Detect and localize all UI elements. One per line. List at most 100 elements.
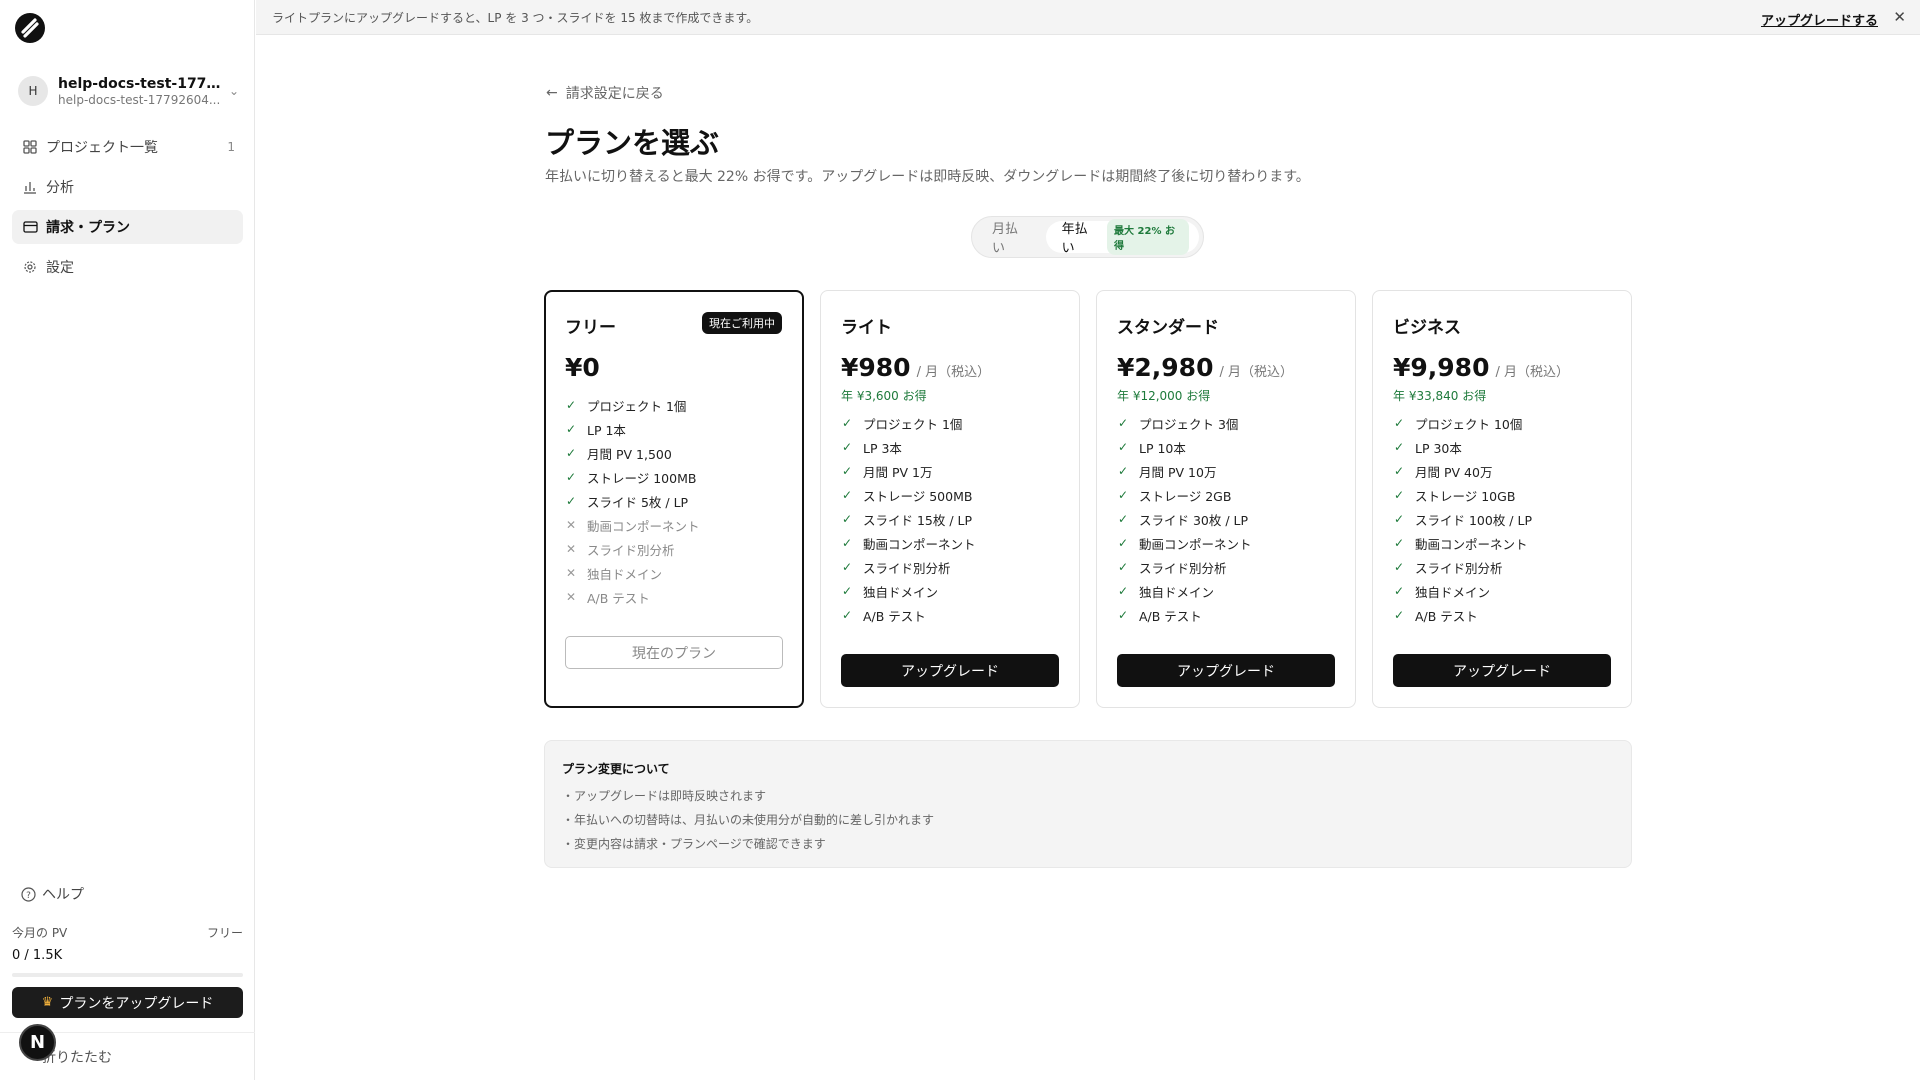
- feature-item: ✓ スライド 30枚 / LP: [1117, 507, 1252, 531]
- feature-list: ✓ プロジェクト 3個 ✓ LP 10本 ✓ 月間 PV 10万 ✓ ストレージ 2GB ✓ スラ…: [1117, 411, 1252, 627]
- billing-cycle-toggle: 月払い 年払い 最大 22% お得: [971, 216, 1204, 258]
- plan-cards: フリー 現在ご利用中 ¥0 ✓ プロジェクト 1個 ✓ LP 1本 ✓ 月間 PV 1,5…: [544, 290, 1632, 708]
- feature-text: 動画コンポーネント: [1139, 536, 1252, 552]
- feature-item: ✕ 独自ドメイン: [565, 561, 700, 585]
- check-icon: ✓: [1117, 608, 1129, 622]
- note-item: ・アップグレードは即時反映されます: [562, 788, 767, 803]
- feature-text: スライド別分析: [1415, 560, 1503, 576]
- feature-text: 独自ドメイン: [1415, 584, 1491, 600]
- upgrade-button-lite[interactable]: アップグレード: [841, 654, 1059, 687]
- feature-item: ✓ 独自ドメイン: [1393, 579, 1532, 603]
- bar-chart-icon: [22, 179, 38, 195]
- feature-text: スライド 15枚 / LP: [863, 512, 973, 528]
- sidebar-item-projects[interactable]: プロジェクト一覧 1: [12, 130, 243, 164]
- check-icon: ✓: [1117, 464, 1129, 478]
- feature-item: ✓ プロジェクト 3個: [1117, 411, 1252, 435]
- page-subtitle: 年払いに切り替えると最大 22% お得です。アップグレードは即時反映、ダウングレ…: [545, 169, 1310, 185]
- feature-item: ✕ スライド別分析: [565, 537, 700, 561]
- avatar: H: [18, 76, 48, 106]
- feature-text: 独自ドメイン: [863, 584, 939, 600]
- price-amount: ¥2,980: [1117, 353, 1214, 382]
- feature-text: 独自ドメイン: [587, 566, 663, 582]
- feature-text: スライド別分析: [1139, 560, 1227, 576]
- plan-change-notes: プラン変更について ・アップグレードは即時反映されます ・年払いへの切替時は、月…: [544, 740, 1632, 868]
- check-icon: ✓: [1393, 416, 1405, 430]
- plan-price: ¥2,980 / 月（税込）: [1117, 353, 1293, 382]
- n-avatar-badge[interactable]: N: [19, 1024, 56, 1061]
- feature-item: ✓ A/B テスト: [841, 603, 976, 627]
- feature-item: ✓ 月間 PV 40万: [1393, 459, 1532, 483]
- check-icon: ✓: [841, 440, 853, 454]
- feature-item: ✓ 独自ドメイン: [841, 579, 976, 603]
- feature-item: ✓ 動画コンポーネント: [1393, 531, 1532, 555]
- check-icon: ✓: [1393, 488, 1405, 502]
- check-icon: ✓: [841, 512, 853, 526]
- upgrade-button-business[interactable]: アップグレード: [1393, 654, 1611, 687]
- pv-progress-bar: [12, 973, 243, 977]
- credit-card-icon: [22, 219, 38, 235]
- sidebar-item-analytics[interactable]: 分析: [12, 170, 243, 204]
- check-icon: ✓: [1393, 536, 1405, 550]
- close-icon[interactable]: ✕: [1893, 8, 1906, 26]
- sidebar-nav: プロジェクト一覧 1 分析 請求・プラン 設定: [12, 130, 243, 290]
- account-name: help-docs-test-17792...: [58, 75, 223, 92]
- check-icon: ✓: [841, 464, 853, 478]
- plan-price: ¥980 / 月（税込）: [841, 353, 990, 382]
- check-icon: ✓: [1117, 416, 1129, 430]
- pv-usage-header: 今月の PV フリー: [12, 924, 243, 941]
- price-unit: / 月（税込）: [1495, 365, 1569, 380]
- check-icon: ✓: [1393, 560, 1405, 574]
- upgrade-plan-button[interactable]: ♛ プランをアップグレード: [12, 987, 243, 1018]
- back-label: 請求設定に戻る: [565, 86, 664, 102]
- account-switcher[interactable]: H help-docs-test-17792... help-docs-test…: [12, 66, 242, 116]
- feature-item: ✓ ストレージ 100MB: [565, 465, 700, 489]
- feature-list: ✓ プロジェクト 1個 ✓ LP 1本 ✓ 月間 PV 1,500 ✓ ストレージ 100MB…: [565, 393, 700, 609]
- current-plan-button[interactable]: 現在のプラン: [565, 636, 783, 669]
- price-unit: / 月（税込）: [1219, 365, 1293, 380]
- feature-text: 月間 PV 10万: [1139, 464, 1217, 480]
- plan-name: ビジネス: [1393, 318, 1461, 338]
- feature-item: ✕ 動画コンポーネント: [565, 513, 700, 537]
- price-amount: ¥9,980: [1393, 353, 1490, 382]
- feature-text: ストレージ 500MB: [863, 488, 973, 504]
- feature-text: スライド別分析: [863, 560, 951, 576]
- page-title: プランを選ぶ: [545, 126, 720, 160]
- check-icon: ✓: [1393, 440, 1405, 454]
- check-icon: ✓: [1393, 512, 1405, 526]
- feature-text: A/B テスト: [1415, 608, 1478, 624]
- feature-item: ✓ LP 10本: [1117, 435, 1252, 459]
- sidebar-item-label: プロジェクト一覧: [46, 140, 158, 156]
- feature-item: ✓ 動画コンポーネント: [841, 531, 976, 555]
- feature-text: 月間 PV 1,500: [587, 446, 672, 462]
- check-icon: ✓: [841, 584, 853, 598]
- help-link[interactable]: ? ヘルプ: [20, 884, 84, 904]
- sidebar-item-billing[interactable]: 請求・プラン: [12, 210, 243, 244]
- help-label: ヘルプ: [42, 887, 84, 903]
- feature-item: ✓ スライド別分析: [841, 555, 976, 579]
- plan-price: ¥0: [565, 353, 600, 382]
- toggle-yearly[interactable]: 年払い 最大 22% お得: [1045, 219, 1199, 256]
- arrow-left-icon: ←: [546, 85, 558, 101]
- back-link[interactable]: ← 請求設定に戻る: [546, 83, 664, 103]
- feature-item: ✓ LP 1本: [565, 417, 700, 441]
- sidebar-item-settings[interactable]: 設定: [12, 250, 243, 284]
- feature-text: スライド別分析: [587, 542, 675, 558]
- feature-text: ストレージ 2GB: [1139, 488, 1232, 504]
- banner-upgrade-link[interactable]: アップグレードする: [1761, 10, 1878, 29]
- upgrade-banner: ライトプランにアップグレードすると、LP を 3 つ・スライドを 15 枚まで作…: [256, 0, 1920, 35]
- project-count: 1: [227, 140, 235, 154]
- feature-list: ✓ プロジェクト 10個 ✓ LP 30本 ✓ 月間 PV 40万 ✓ ストレージ 10GB ✓…: [1393, 411, 1532, 627]
- feature-item: ✓ 月間 PV 1万: [841, 459, 976, 483]
- logo-icon[interactable]: [14, 12, 46, 44]
- feature-item: ✓ 月間 PV 10万: [1117, 459, 1252, 483]
- feature-text: プロジェクト 10個: [1415, 416, 1523, 432]
- notes-list: ・アップグレードは即時反映されます ・年払いへの切替時は、月払いの未使用分が自動…: [562, 783, 934, 855]
- check-icon: ✓: [565, 494, 577, 508]
- yearly-savings: 年 ¥3,600 お得: [841, 389, 927, 403]
- feature-text: スライド 5枚 / LP: [587, 494, 689, 510]
- upgrade-button-standard[interactable]: アップグレード: [1117, 654, 1335, 687]
- plan-name: フリー: [565, 318, 616, 338]
- check-icon: ✓: [841, 416, 853, 430]
- plan-card-business: ビジネス ¥9,980 / 月（税込） 年 ¥33,840 お得 ✓ プロジェクト…: [1372, 290, 1632, 708]
- toggle-monthly[interactable]: 月払い: [976, 221, 1046, 256]
